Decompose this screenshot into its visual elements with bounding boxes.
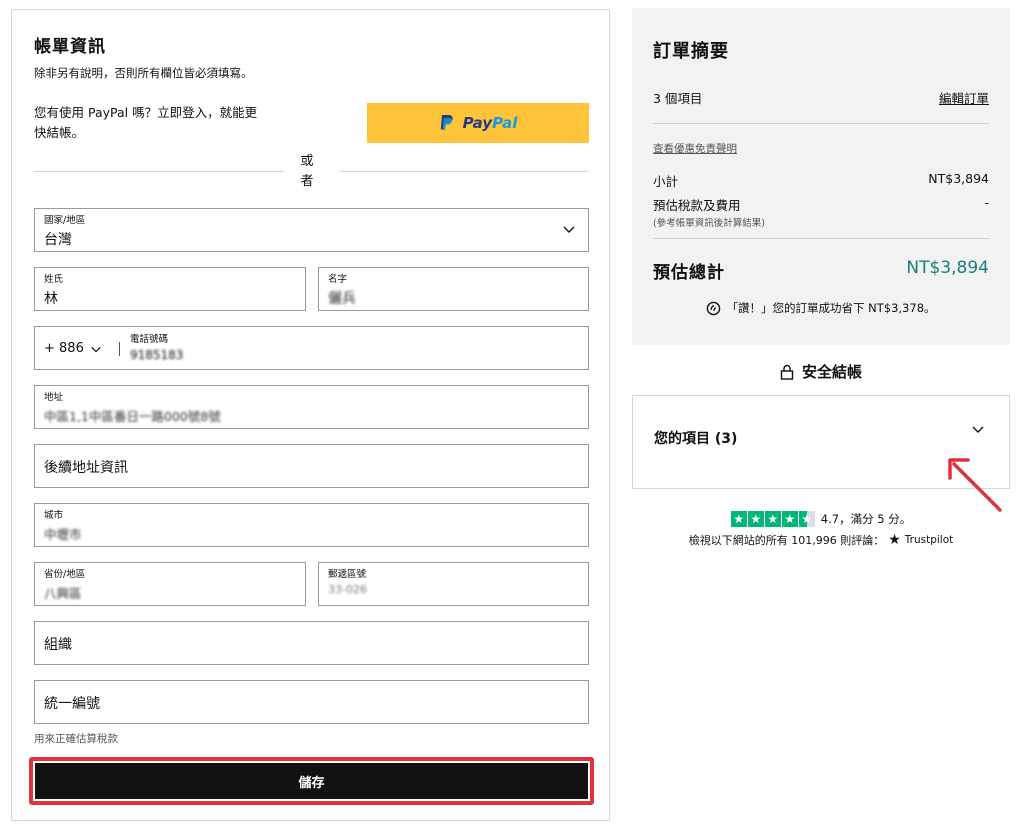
savings-icon: [707, 301, 721, 315]
secure-checkout-label: 安全結帳: [801, 363, 862, 381]
paypal-button[interactable]: PayPal: [367, 103, 589, 143]
address-label: 地址: [44, 392, 64, 403]
star-icon: ★: [764, 511, 781, 527]
last-name-field[interactable]: 姓氏 林: [34, 267, 306, 311]
order-summary-panel: 訂單摘要 3 個項目 編輯訂單 查看優惠免責聲明 小計 NT$3,894 預估稅…: [632, 8, 1010, 345]
tax-id-field[interactable]: 統一編號: [34, 680, 589, 724]
star-icon: ★: [781, 511, 798, 527]
savings-text: 「讚！」您的訂單成功省下 NT$3,378。: [726, 301, 936, 315]
tax-id-hint: 用來正確估算稅款: [34, 733, 118, 745]
tax-row: 預估稅款及費用 -: [653, 195, 989, 214]
chevron-down-icon: [91, 346, 101, 352]
billing-title: 帳單資訊: [34, 37, 106, 57]
promo-disclaimer-link[interactable]: 查看優惠免責聲明: [653, 141, 737, 156]
first-name-label: 名字: [328, 274, 348, 285]
divider-right: [339, 171, 589, 172]
trustpilot-star-icon: ★: [888, 532, 901, 548]
edit-order-link[interactable]: 編輯訂單: [939, 88, 989, 107]
or-label: 或者: [300, 154, 314, 189]
phone-label: 電話號碼: [130, 334, 169, 345]
total-value: NT$3,894: [906, 258, 989, 278]
paypal-icon: [440, 115, 453, 131]
city-field[interactable]: 城市 中壢市: [34, 503, 589, 547]
item-count: 3 個項目: [653, 91, 703, 106]
chevron-down-icon: [972, 426, 984, 433]
address-field[interactable]: 地址 中區1,1中區番日一路000號8號: [34, 385, 589, 429]
tax-value: -: [984, 195, 989, 210]
tax-label: 預估稅款及費用: [653, 198, 741, 213]
billing-subtitle: 除非另有說明，否則所有欄位皆必須填寫。: [34, 66, 253, 80]
star-icon: ★: [747, 511, 764, 527]
city-label: 城市: [44, 510, 64, 521]
trustpilot-brand: Trustpilot: [904, 534, 954, 546]
postal-code-value: 33-026: [328, 583, 367, 596]
summary-divider: [653, 238, 989, 239]
savings-message: 「讚！」您的訂單成功省下 NT$3,378。: [632, 300, 1010, 316]
organization-placeholder: 組織: [44, 637, 72, 653]
postal-code-field[interactable]: 郵遞區號 33-026: [318, 562, 589, 606]
summary-title: 訂單摘要: [653, 41, 729, 62]
phone-field[interactable]: + 886 電話號碼 9185183: [34, 326, 589, 370]
billing-panel: 帳單資訊 除非另有說明，否則所有欄位皆必須填寫。 您有使用 PayPal 嗎？立…: [11, 9, 610, 821]
province-label: 省份/地區: [44, 569, 86, 580]
province-value: 八興區: [44, 586, 82, 601]
address2-field[interactable]: 後續地址資訊: [34, 444, 589, 488]
subtotal-value: NT$3,894: [928, 171, 989, 186]
summary-divider: [653, 123, 989, 124]
organization-field[interactable]: 組織: [34, 621, 589, 665]
province-field[interactable]: 省份/地區 八興區: [34, 562, 306, 606]
phone-value: 9185183: [130, 348, 184, 362]
tax-id-placeholder: 統一編號: [44, 696, 100, 712]
total-label: 預估總計: [653, 263, 725, 283]
reviews-text: 檢視以下網站的所有 101,996 則評論：: [688, 534, 885, 547]
paypal-prompt: 您有使用 PayPal 嗎？立即登入，就能更快結帳。: [34, 105, 258, 140]
star-icon: ★: [730, 511, 747, 527]
city-value: 中壢市: [44, 527, 82, 542]
phone-country-code: + 886: [44, 341, 84, 356]
last-name-value: 林: [44, 291, 58, 307]
trustpilot-widget[interactable]: ★ ★ ★ ★ ★ 4.7，滿分 5 分。 檢視以下網站的所有 101,996 …: [632, 511, 1010, 548]
subtotal-label: 小計: [653, 174, 679, 189]
first-name-field[interactable]: 名字 儷兵: [318, 267, 589, 311]
country-label: 國家/地區: [44, 215, 86, 226]
paypal-wordmark: PayPal: [462, 114, 518, 132]
rating-stars: ★ ★ ★ ★ ★: [730, 511, 815, 527]
save-button[interactable]: 儲存: [35, 763, 588, 799]
tax-note: (參考帳單資訊後計算結果): [653, 218, 765, 229]
last-name-label: 姓氏: [44, 274, 64, 285]
divider-left: [34, 171, 284, 172]
postal-code-label: 郵遞區號: [328, 569, 367, 580]
country-value: 台灣: [44, 232, 72, 248]
your-items-label: 您的項目 (3): [654, 431, 738, 447]
chevron-down-icon: [563, 226, 575, 233]
rating-text: 4.7，滿分 5 分。: [820, 512, 912, 526]
lock-icon: [780, 364, 794, 380]
half-star-icon: ★: [798, 511, 815, 527]
address2-placeholder: 後續地址資訊: [44, 460, 128, 476]
phone-country-code-select[interactable]: + 886: [44, 341, 102, 356]
phone-separator: [119, 342, 120, 356]
first-name-value: 儷兵: [328, 291, 356, 307]
address-value: 中區1,1中區番日一路000號8號: [44, 409, 221, 424]
country-select[interactable]: 國家/地區 台灣: [34, 208, 589, 252]
save-button-highlight: 儲存: [29, 757, 594, 805]
secure-checkout: 安全結帳: [632, 361, 1010, 382]
subtotal-row: 小計 NT$3,894: [653, 171, 989, 190]
annotation-arrow-icon: [948, 458, 1002, 512]
